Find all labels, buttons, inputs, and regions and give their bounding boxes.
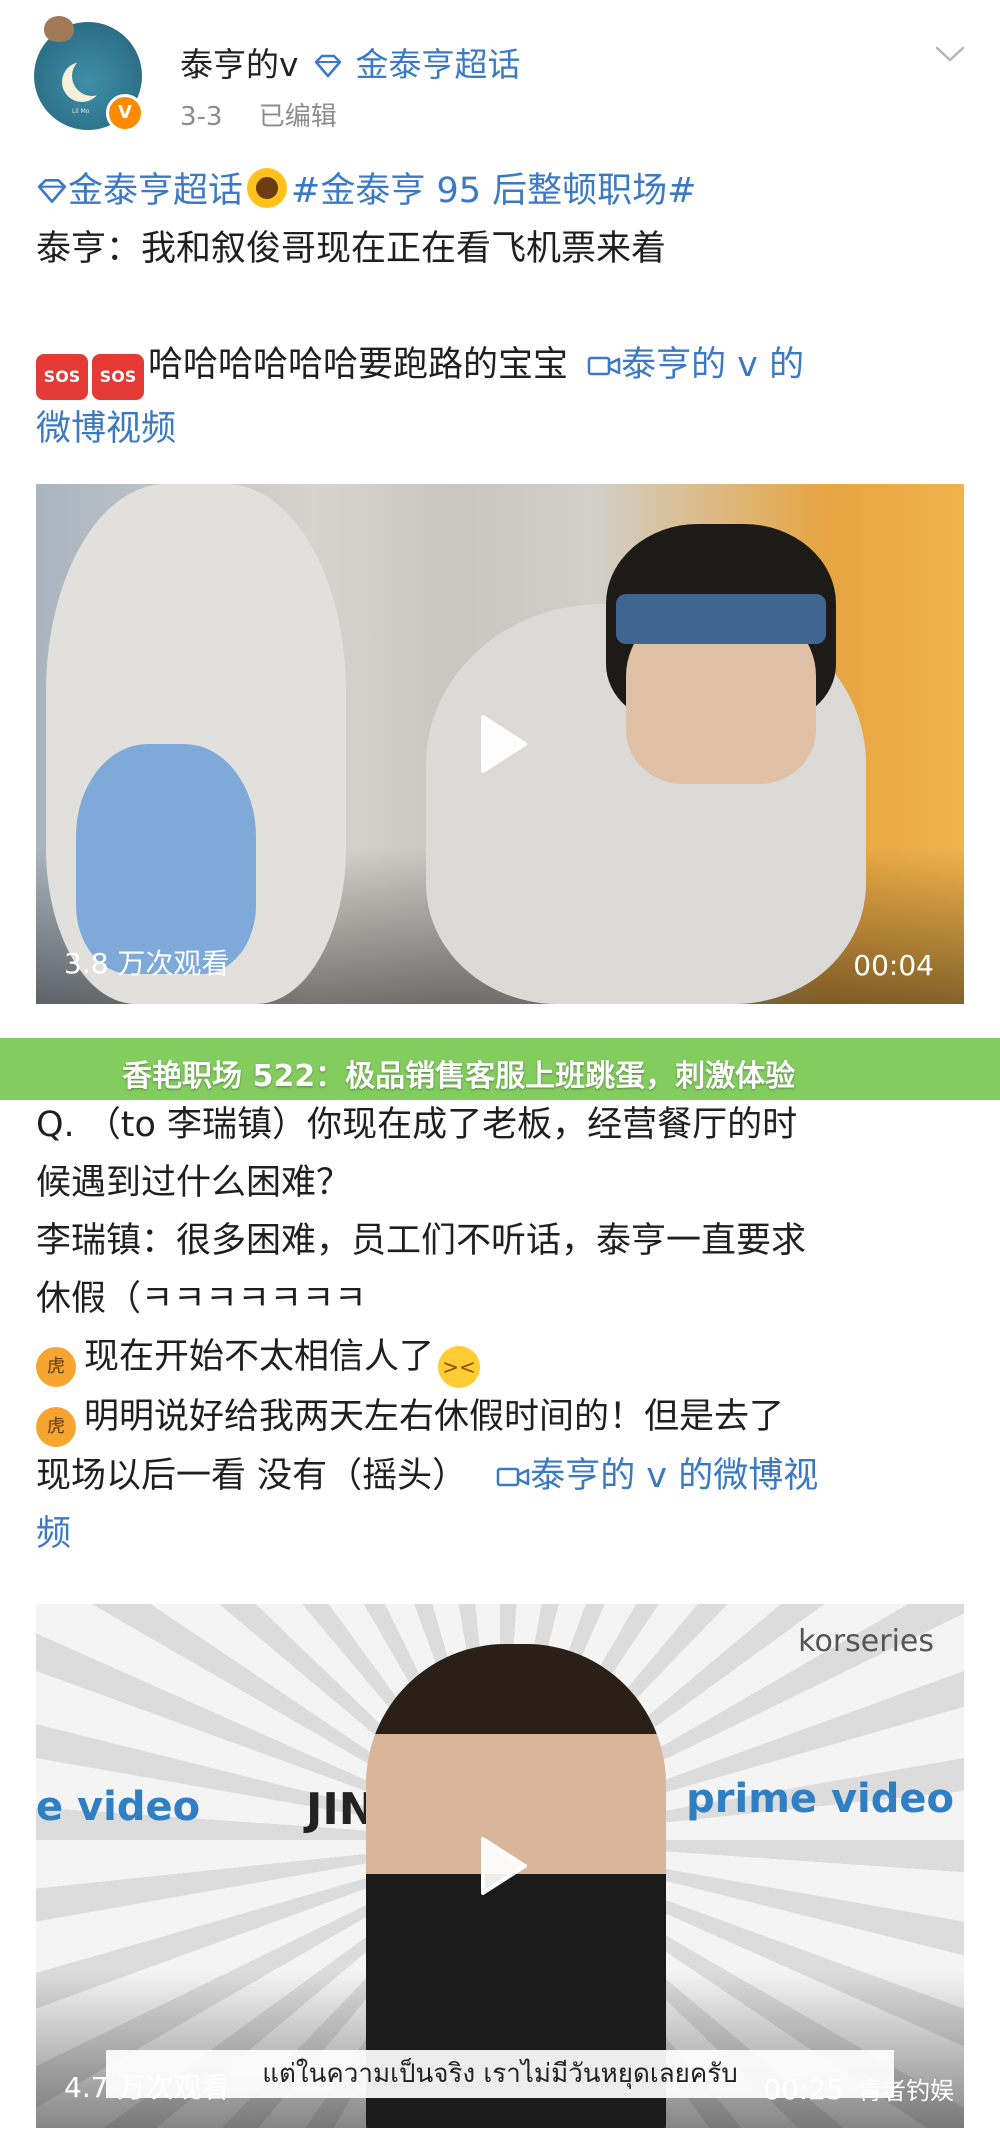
tiger-emoji-icon: 虎 bbox=[36, 1407, 76, 1447]
hashtag-link[interactable]: #金泰亨 95 后整顿职场# bbox=[291, 171, 696, 211]
video-duration: 00:04 bbox=[853, 949, 934, 982]
post-date: 3-3 bbox=[180, 102, 223, 132]
video-player-1[interactable]: 3.8 万次观看 00:04 bbox=[36, 484, 964, 1004]
super-topic-diamond-icon bbox=[314, 54, 342, 78]
video-1-scene-headband bbox=[616, 594, 826, 644]
avatar-moon-decoration bbox=[72, 56, 112, 96]
view-count: 4.7 万次观看 bbox=[64, 2071, 230, 2104]
sos-line: SOS SOS 哈哈哈哈哈哈要跑路的宝宝 泰亨的 v 的 bbox=[36, 336, 966, 400]
question-line-1: Q. （to 李瑞镇）你现在成了老板，经营餐厅的时 bbox=[36, 1105, 798, 1145]
author-name-line: 泰亨的v 金泰亨超话 bbox=[180, 38, 521, 86]
post-meta: 3-3 已编辑 bbox=[180, 96, 337, 133]
chevron-down-icon[interactable] bbox=[934, 44, 966, 64]
super-topic-diamond-icon bbox=[37, 178, 67, 203]
korseries-logo: korseries bbox=[798, 1624, 934, 1659]
author-topic-link[interactable]: 金泰亨超话 bbox=[356, 45, 521, 84]
question-line-2: 候遇到过什么困难？ bbox=[36, 1163, 352, 1203]
overlay-title-banner: 香艳职场 522：极品销售客服上班跳蛋，刺激体验 bbox=[0, 1038, 1000, 1100]
video-link[interactable]: 泰亨的 v 的 bbox=[621, 345, 804, 385]
answer-line-1: 李瑞镇：很多困难，员工们不听话，泰亨一直要求 bbox=[36, 1221, 807, 1261]
sunflower-emoji-icon bbox=[247, 168, 288, 208]
tiger-line-2: 虎明明说好给我两天左右休假时间的！但是去了 bbox=[36, 1388, 966, 1447]
post-line: 泰亨：我和叙俊哥现在正在看飞机票来着 bbox=[36, 229, 667, 269]
angry-face-emoji-icon: >< bbox=[438, 1346, 481, 1388]
view-count: 3.8 万次观看 bbox=[64, 947, 230, 980]
edited-label: 已编辑 bbox=[258, 102, 337, 132]
watermark-text: 青者钓娱 bbox=[858, 2077, 954, 2105]
tiger-line-3: 现场以后一看 没有（摇头） 泰亨的 v 的微博视 bbox=[36, 1447, 966, 1505]
avatar-caption: Lil Mo bbox=[72, 108, 90, 115]
video-1-scene-blue-item bbox=[76, 744, 256, 974]
video-duration: 00:25 bbox=[763, 2073, 844, 2106]
video-link-icon bbox=[587, 356, 621, 376]
post-text-block-2: Q. （to 李瑞镇）你现在成了老板，经营餐厅的时 候遇到过什么困难？ 李瑞镇：… bbox=[36, 1096, 966, 1563]
vip-badge-icon: V bbox=[106, 94, 144, 132]
tiger-line-1: 虎现在开始不太相信人了 >< bbox=[36, 1328, 966, 1388]
prime-video-logo-right: prime video bbox=[686, 1776, 954, 1822]
tiger-line-2-text: 明明说好给我两天左右休假时间的！但是去了 bbox=[84, 1397, 785, 1437]
overlay-title-text: 香艳职场 522：极品销售客服上班跳蛋，刺激体验 bbox=[122, 1059, 796, 1094]
post-text-block-1: 金泰亨超话 #金泰亨 95 后整顿职场# 泰亨：我和叙俊哥现在正在看飞机票来着 S… bbox=[36, 162, 966, 458]
play-icon[interactable] bbox=[465, 709, 535, 779]
avatar-bear-decoration bbox=[44, 16, 74, 42]
sos-emoji-icon: SOS bbox=[36, 354, 88, 400]
video-link-continued[interactable]: 频 bbox=[36, 1505, 966, 1563]
tiger-line-3-text: 现场以后一看 没有（摇头） bbox=[36, 1456, 468, 1496]
tiger-line-1-text: 现在开始不太相信人了 bbox=[84, 1337, 435, 1377]
answer-line-2: 休假（ㅋㅋㅋㅋㅋㅋㅋ bbox=[36, 1279, 367, 1319]
video-link-icon bbox=[497, 1467, 530, 1487]
video-player-2[interactable]: korseries e video prime video JIN แต่ในค… bbox=[36, 1604, 964, 2128]
play-icon[interactable] bbox=[465, 1831, 535, 1901]
tiger-emoji-icon: 虎 bbox=[36, 1347, 76, 1387]
video-link[interactable]: 泰亨的 v 的微博视 bbox=[530, 1456, 818, 1496]
hashtag-line: 金泰亨超话 #金泰亨 95 后整顿职场# bbox=[36, 162, 966, 220]
author-avatar[interactable]: Lil Mo V bbox=[34, 16, 144, 132]
video-link-continued[interactable]: 微博视频 bbox=[36, 400, 966, 458]
sos-emoji-icon: SOS bbox=[92, 354, 144, 400]
super-topic-link[interactable]: 金泰亨超话 bbox=[68, 171, 243, 211]
author-name[interactable]: 泰亨的v bbox=[180, 45, 299, 84]
prime-video-logo-left: e video bbox=[36, 1784, 201, 1830]
laugh-text: 哈哈哈哈哈哈要跑路的宝宝 bbox=[148, 345, 569, 385]
